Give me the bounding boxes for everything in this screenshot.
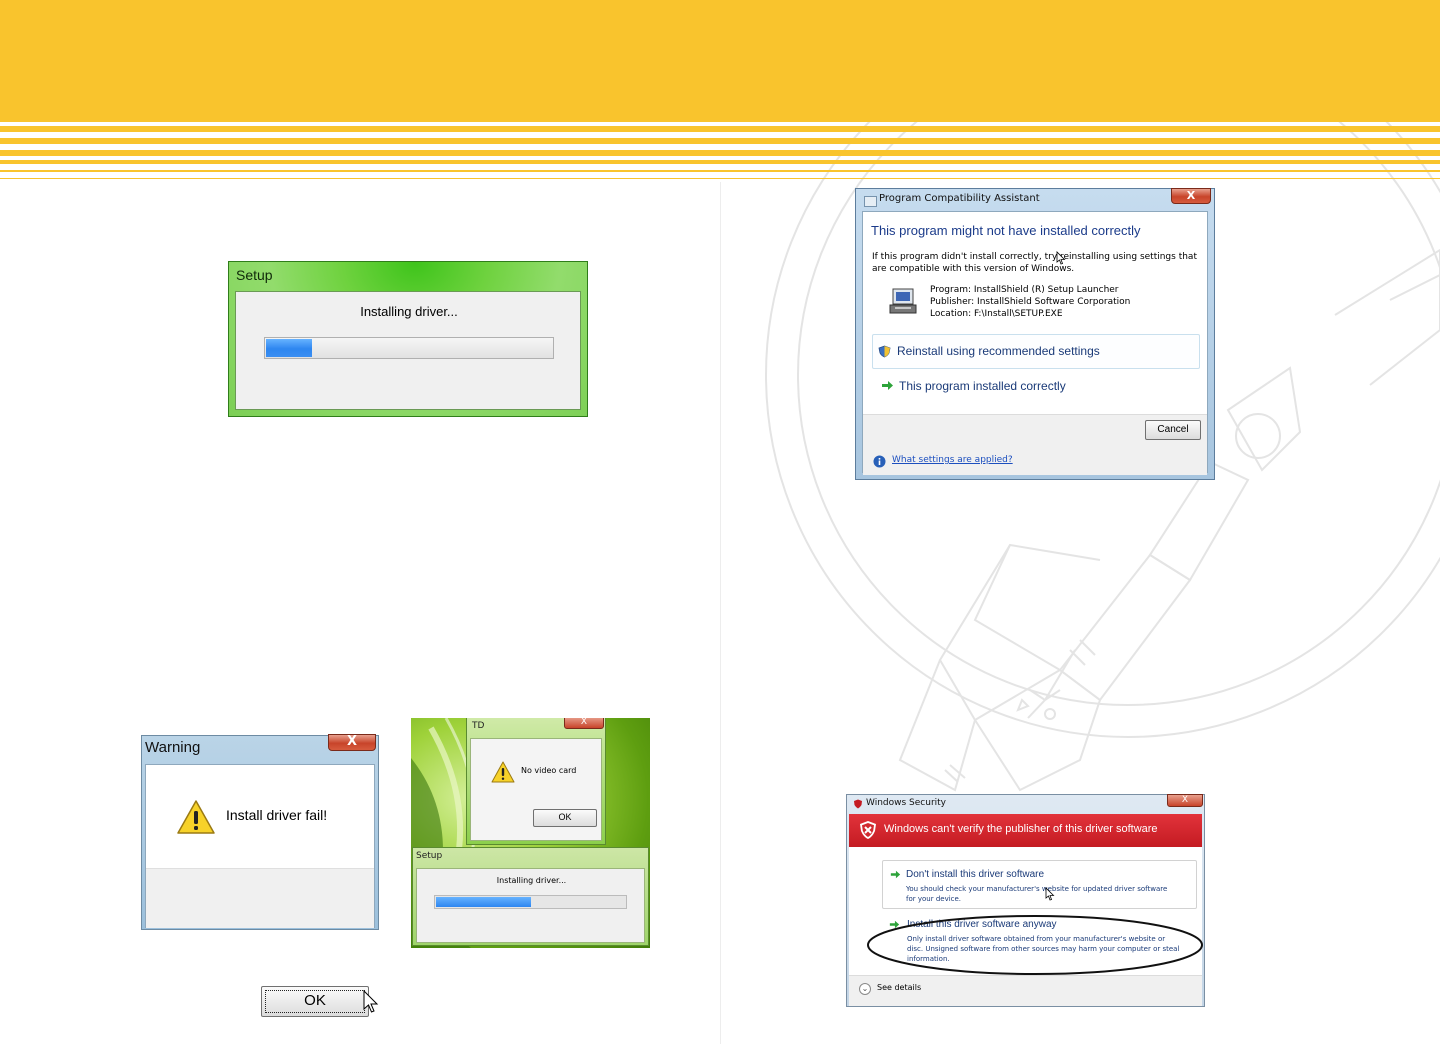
- program-compatibility-dialog: Program Compatibility Assistant X This p…: [855, 188, 1215, 480]
- setup-message: Installing driver...: [496, 876, 567, 885]
- close-button[interactable]: X: [564, 718, 604, 729]
- setup-message: Installing driver...: [360, 304, 458, 319]
- security-warning-banner: Windows can't verify the publisher of th…: [849, 814, 1202, 847]
- header-stripe: [0, 138, 1440, 144]
- security-shield-icon: [854, 799, 862, 809]
- green-arrow-icon: [882, 381, 893, 390]
- setup-progress-bar: [264, 337, 554, 359]
- header-band: [0, 0, 1440, 122]
- dont-install-description: You should check your manufacturer's web…: [906, 885, 1168, 893]
- pca-heading: This program might not have installed co…: [871, 223, 1141, 238]
- dont-install-description: for your device.: [906, 895, 962, 903]
- info-icon: [873, 455, 886, 468]
- warning-icon: [491, 761, 515, 783]
- setup-dialog: Setup Installing driver...: [228, 261, 588, 417]
- header-stripe: [0, 150, 1440, 156]
- close-button[interactable]: X: [328, 734, 376, 751]
- window-icon: [864, 196, 877, 207]
- mouse-cursor-icon: [363, 990, 379, 1013]
- pca-description: are compatible with this version of Wind…: [872, 264, 1075, 274]
- pca-location: Location: F:\Install\SETUP.EXE: [930, 309, 1063, 319]
- setup-progress-fill: [436, 897, 531, 907]
- shield-icon: [878, 345, 891, 358]
- pca-description: If this program didn't install correctly…: [872, 252, 1197, 262]
- setup-progress-fill: [266, 339, 312, 357]
- error-shield-icon: [860, 821, 876, 839]
- dont-install-option[interactable]: Don't install this driver software You s…: [882, 860, 1197, 909]
- warning-dialog: Warning X Install driver fail! OK: [141, 734, 379, 1017]
- warning-dialog-title: Warning: [145, 739, 201, 756]
- close-button[interactable]: X: [1171, 188, 1211, 204]
- pca-dialog-client: This program might not have installed co…: [862, 211, 1208, 475]
- green-arrow-icon: [890, 870, 901, 879]
- pca-program-name: Program: InstallShield (R) Setup Launche…: [930, 285, 1119, 295]
- setup-dialog-title: Setup: [236, 267, 273, 283]
- header-stripe: [0, 178, 1440, 179]
- cancel-button[interactable]: Cancel: [1145, 420, 1201, 440]
- td-error-screenshot: TD X No video card OK Setup Installing d…: [411, 718, 650, 948]
- td-dialog: TD X No video card OK: [466, 718, 606, 845]
- dont-install-label: Don't install this driver software: [906, 869, 1045, 880]
- security-banner-text: Windows can't verify the publisher of th…: [884, 823, 1158, 835]
- mouse-cursor-icon: [1056, 251, 1066, 265]
- installed-correctly-option[interactable]: This program installed correctly: [899, 379, 1066, 393]
- installer-program-icon: [889, 288, 917, 314]
- see-details-label[interactable]: See details: [877, 983, 921, 992]
- setup-progress-bar: [434, 895, 627, 909]
- what-settings-link[interactable]: What settings are applied?: [892, 455, 1013, 465]
- reinstall-option-label: Reinstall using recommended settings: [897, 344, 1100, 358]
- setup-dialog: Setup Installing driver...: [412, 847, 649, 946]
- reinstall-recommended-option[interactable]: Reinstall using recommended settings: [872, 334, 1200, 369]
- mouse-cursor-icon: [1045, 887, 1055, 901]
- pca-publisher: Publisher: InstallShield Software Corpor…: [930, 297, 1131, 307]
- focus-rectangle: [265, 990, 365, 1013]
- warning-icon: [177, 800, 215, 834]
- close-button[interactable]: X: [1167, 794, 1203, 807]
- warning-message: Install driver fail!: [226, 807, 328, 823]
- header-stripe: [0, 126, 1440, 132]
- header-stripe: [0, 170, 1440, 172]
- warning-dialog-client: Install driver fail! OK: [145, 764, 379, 1017]
- windows-security-dialog: Windows Security X Windows can't verify …: [846, 794, 1205, 1007]
- header-stripe: [0, 160, 1440, 164]
- ok-button[interactable]: OK: [533, 809, 597, 827]
- setup-dialog-title: Setup: [416, 851, 443, 861]
- warning-dialog-footer: OK: [146, 868, 379, 1017]
- security-dialog-client: Don't install this driver software You s…: [849, 847, 1203, 1006]
- column-divider: [720, 182, 721, 1044]
- security-dialog-footer: ⌄ See details: [849, 975, 1202, 1006]
- setup-dialog-client: Installing driver...: [235, 291, 581, 410]
- setup-dialog-client: Installing driver...: [416, 868, 645, 943]
- td-dialog-title: TD: [472, 721, 485, 731]
- security-dialog-title: Windows Security: [866, 798, 946, 808]
- ok-button[interactable]: OK: [261, 986, 369, 1017]
- chevron-down-icon[interactable]: ⌄: [859, 983, 871, 995]
- td-message: No video card: [521, 766, 577, 775]
- pca-dialog-title: Program Compatibility Assistant: [879, 193, 1040, 204]
- td-dialog-client: No video card OK: [470, 738, 602, 841]
- highlight-ellipse: [867, 915, 1203, 975]
